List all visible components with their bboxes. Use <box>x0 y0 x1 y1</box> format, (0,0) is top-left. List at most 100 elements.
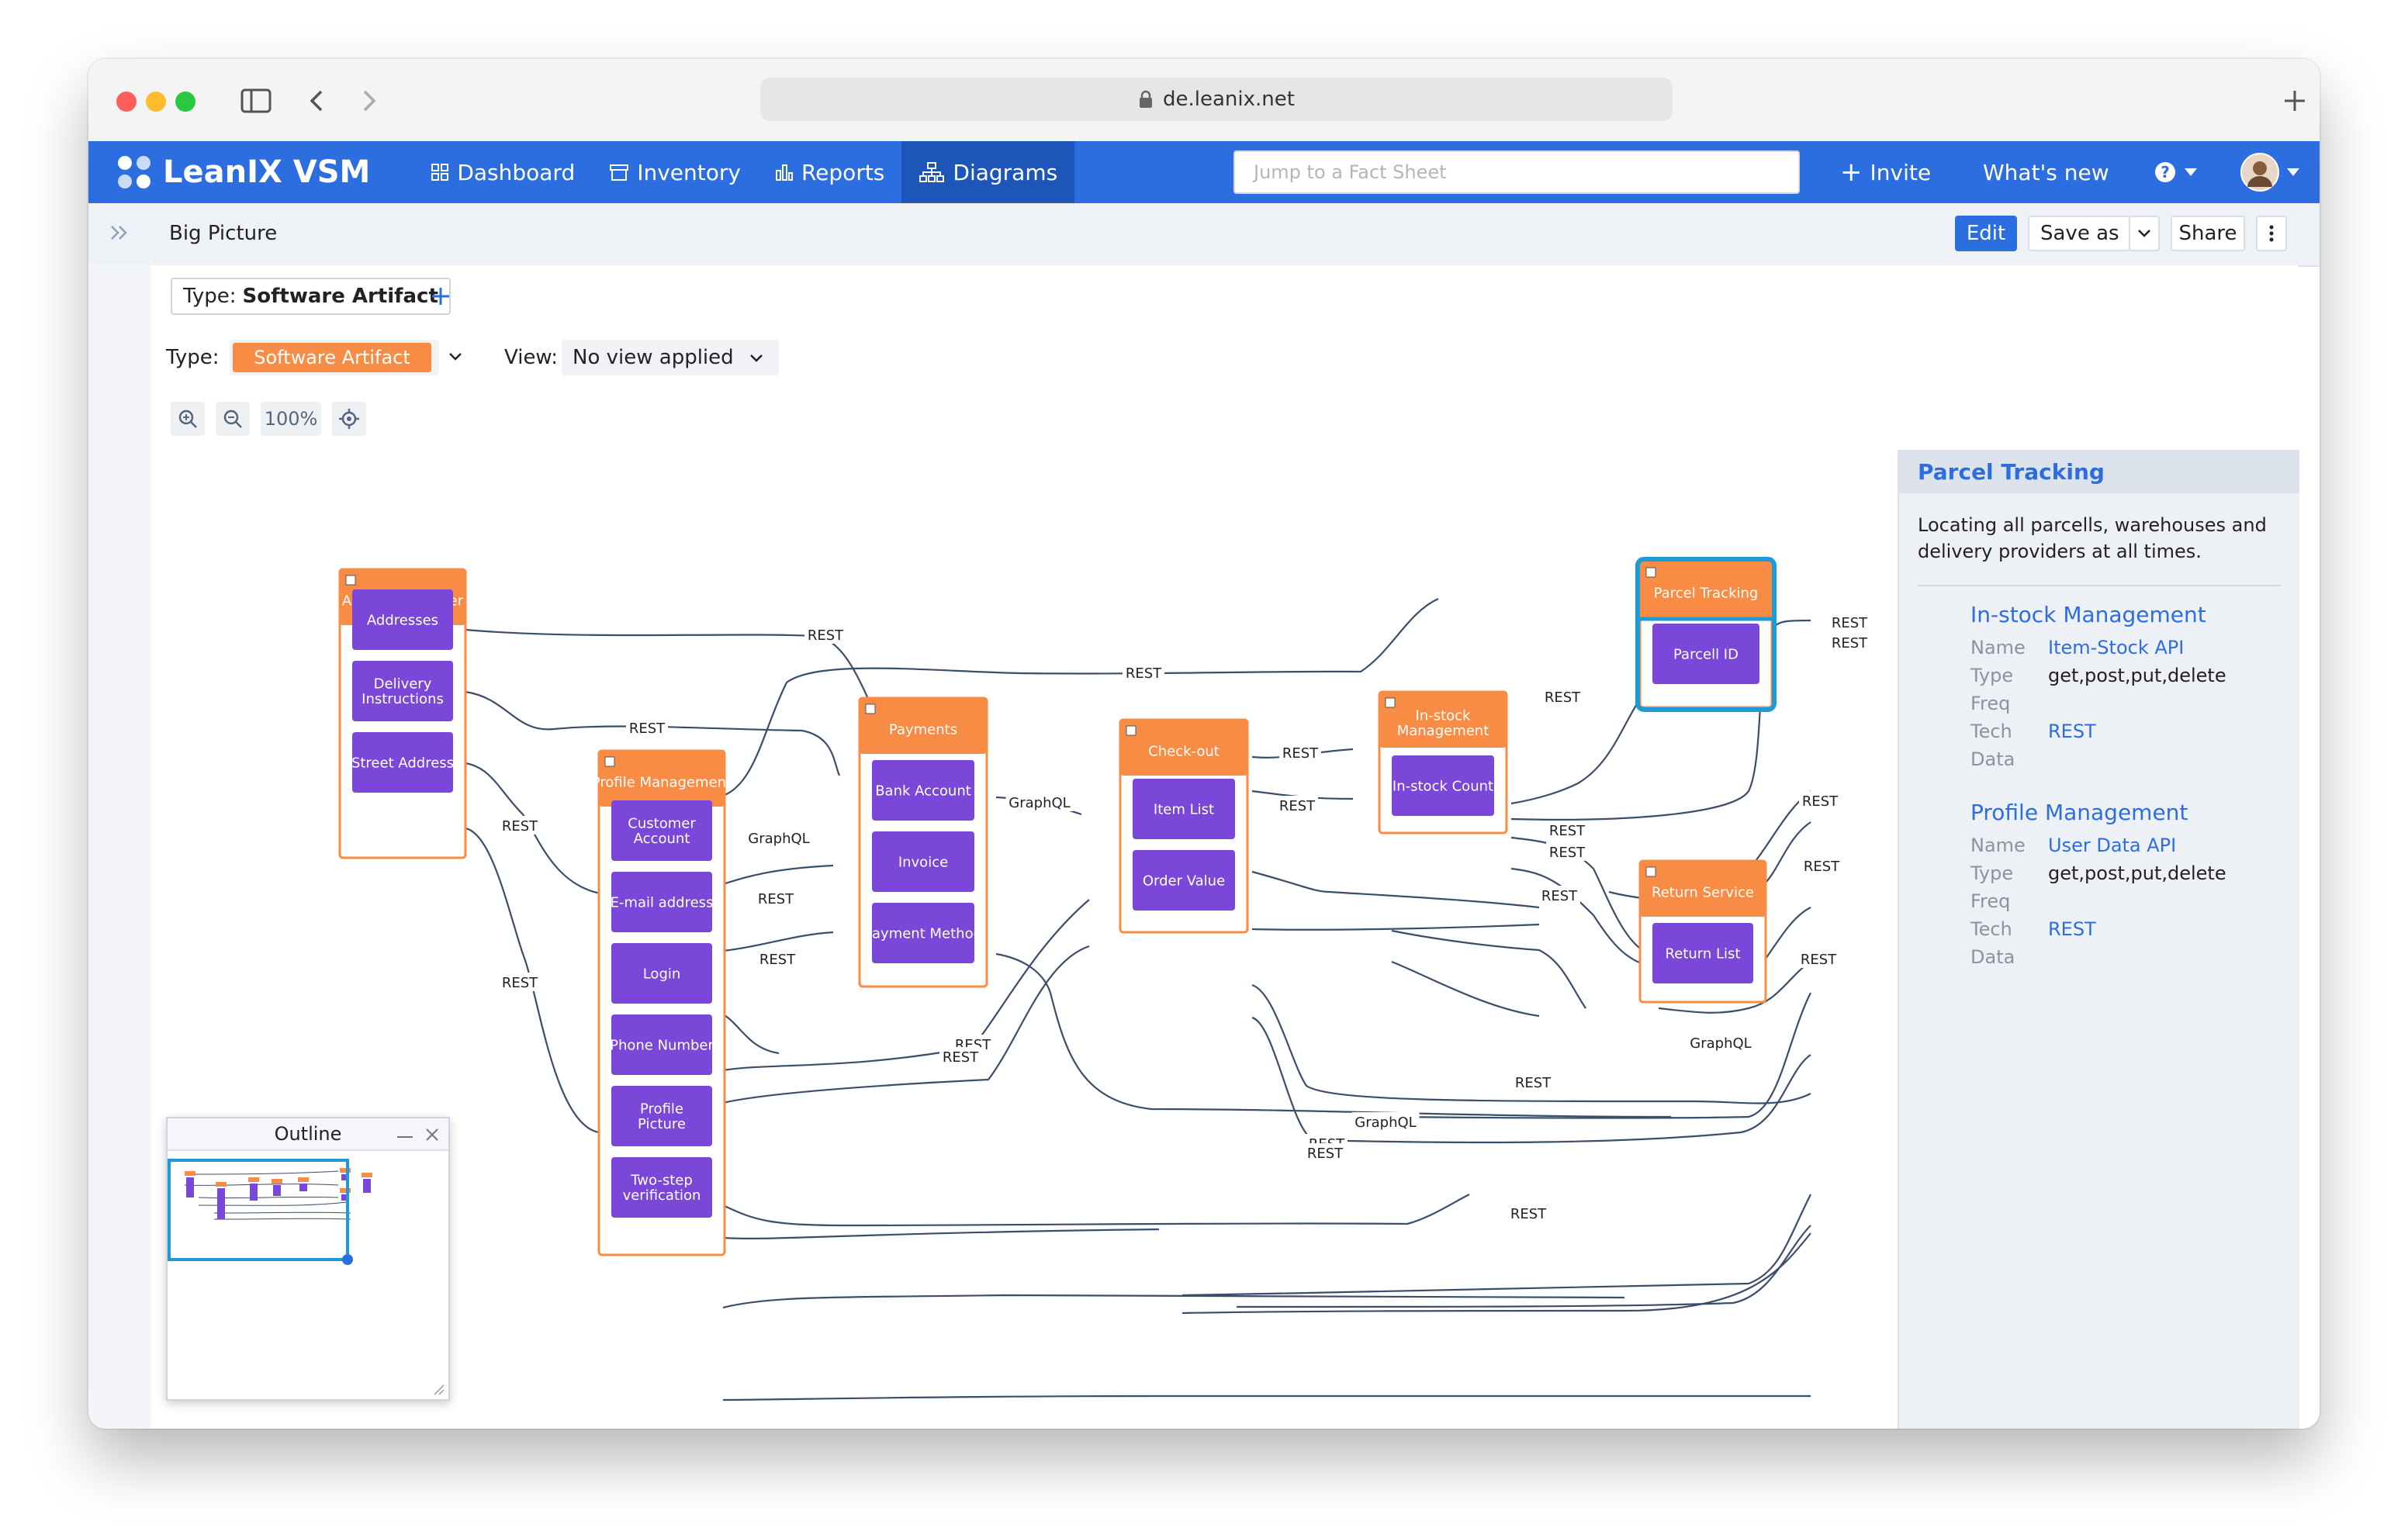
outline-minimap[interactable] <box>168 1151 445 1399</box>
invite-button[interactable]: + Invite <box>1823 141 1948 203</box>
view-select[interactable]: No view applied <box>562 340 779 375</box>
brand-logo[interactable]: LeanIX VSM <box>116 154 370 190</box>
group-payments[interactable]: Payments Bank Account Invoice Payment Metho… <box>858 696 988 988</box>
collapse-icon[interactable] <box>1645 567 1656 578</box>
edge-label: GraphQL <box>1690 1035 1751 1052</box>
add-filter-icon[interactable] <box>430 285 452 307</box>
edge-label: REST <box>1832 615 1868 631</box>
nav-reports[interactable]: Reports <box>758 141 901 203</box>
expand-sidebar-icon[interactable] <box>110 225 127 240</box>
interface-data-label: Data <box>1970 946 2015 968</box>
nav-dashboard[interactable]: Dashboard <box>413 141 592 203</box>
child-node-label: Invoice <box>898 854 948 870</box>
group-return[interactable]: Return Service Return List <box>1638 859 1767 1004</box>
sidebar-toggle-icon[interactable] <box>240 88 272 113</box>
child-node-label: Bank Account <box>875 783 971 799</box>
view-select-value: No view applied <box>573 346 734 369</box>
panel-title[interactable]: Parcel Tracking <box>1899 450 2299 493</box>
outline-window[interactable]: Outline <box>166 1117 450 1401</box>
search-placeholder: Jump to a Fact Sheet <box>1254 161 1447 183</box>
page-title: Big Picture <box>169 222 278 245</box>
edge-label: REST <box>1549 845 1586 861</box>
address-bar[interactable]: de.leanix.net <box>760 78 1673 121</box>
nav-diagrams[interactable]: Diagrams <box>901 141 1075 203</box>
group-address[interactable]: Address ManagerAddressesDeliveryInstruct… <box>338 568 467 859</box>
collapsed-sidebar <box>88 265 152 1429</box>
whats-new-link[interactable]: What's new <box>1966 141 2126 203</box>
collapse-icon[interactable] <box>604 756 615 767</box>
chevron-down-icon <box>2138 230 2150 237</box>
interface-heading[interactable]: Profile Management <box>1970 800 2299 825</box>
interface-name-label: Name <box>1970 637 2026 658</box>
nav-diagrams-label: Diagrams <box>953 159 1058 185</box>
crosshair-icon <box>339 409 359 429</box>
user-menu[interactable] <box>2223 141 2316 203</box>
zoom-level[interactable]: 100% <box>261 402 321 436</box>
interface-name-value[interactable]: User Data API <box>2048 831 2176 859</box>
interface-tech-value[interactable]: REST <box>2048 915 2096 943</box>
edge-label: REST <box>1279 798 1316 814</box>
fact-sheet-search-input[interactable]: Jump to a Fact Sheet <box>1233 150 1800 194</box>
forward-icon[interactable] <box>360 88 379 113</box>
nav-reports-label: Reports <box>801 159 885 185</box>
zoom-out-button[interactable] <box>216 402 250 436</box>
help-menu[interactable]: ? <box>2136 141 2214 203</box>
chevron-down-icon <box>2185 168 2197 176</box>
interface-data-row: Data <box>1970 943 2299 971</box>
child-node-label: Two-step verification <box>623 1172 701 1204</box>
collapse-icon[interactable] <box>865 703 876 714</box>
group-checkout[interactable]: Check-out Item List Order Value <box>1119 718 1249 934</box>
leanix-logo-icon <box>118 156 150 188</box>
child-node-label: Addresses <box>367 612 438 628</box>
type-filter-chip[interactable]: Type: Software Artifact <box>171 278 451 315</box>
edge-label: REST <box>1801 952 1837 968</box>
edge-label: REST <box>1804 859 1840 875</box>
child-node-label: Parcell ID <box>1673 646 1739 662</box>
close-icon[interactable] <box>425 1128 439 1142</box>
close-window-button[interactable] <box>116 92 137 112</box>
back-icon[interactable] <box>307 88 326 113</box>
interface-freq-row: Freq <box>1970 887 2299 915</box>
collapse-icon[interactable] <box>1645 866 1656 877</box>
view-bar: Type: Software Artifact View: No view ap… <box>150 327 2298 391</box>
interface-tech-value[interactable]: REST <box>2048 717 2096 745</box>
fit-to-screen-button[interactable] <box>332 402 366 436</box>
minimize-window-button[interactable] <box>146 92 166 112</box>
type-select[interactable]: Software Artifact <box>230 340 462 375</box>
edge-label: REST <box>1802 793 1839 810</box>
save-as-button[interactable]: Save as <box>2028 216 2130 251</box>
fact-sheet-panel: Parcel Tracking Locating all parcells, w… <box>1898 450 2299 1429</box>
lock-icon <box>1140 90 1153 108</box>
outline-titlebar[interactable]: Outline <box>168 1118 448 1151</box>
page-header: Big Picture Edit Save as Share <box>88 203 2320 267</box>
svg-text:?: ? <box>2161 163 2170 181</box>
edit-button[interactable]: Edit <box>1955 216 2017 251</box>
group-title: Payments <box>889 721 957 738</box>
group-profile[interactable]: Profile Management Customer Account E-mail … <box>592 749 732 1256</box>
browser-toolbar: de.leanix.net <box>88 59 2320 143</box>
inventory-icon <box>610 164 629 181</box>
group-instock[interactable]: In-stock ManagementIn-stock Count <box>1378 690 1508 835</box>
more-options-button[interactable] <box>2256 216 2287 251</box>
zoom-toolbar: 100% <box>150 389 2298 451</box>
zoom-in-button[interactable] <box>171 402 205 436</box>
group-parcel[interactable]: Parcel Tracking Parcell ID <box>1635 557 1777 712</box>
minimize-icon[interactable] <box>397 1135 413 1139</box>
plus-icon: + <box>1840 157 1863 188</box>
bar-chart-icon <box>775 164 793 181</box>
share-button[interactable]: Share <box>2171 216 2245 251</box>
collapse-icon[interactable] <box>1385 697 1396 708</box>
save-as-dropdown[interactable] <box>2129 216 2160 251</box>
resize-handle-icon[interactable] <box>431 1382 445 1396</box>
interface-type-row: Type get,post,put,delete <box>1970 859 2299 887</box>
edge-label: REST <box>1510 1206 1547 1222</box>
nav-dashboard-label: Dashboard <box>457 159 576 185</box>
nav-inventory[interactable]: Inventory <box>592 141 758 203</box>
maximize-window-button[interactable] <box>175 92 195 112</box>
new-tab-icon[interactable] <box>2282 88 2307 113</box>
collapse-icon[interactable] <box>345 575 356 586</box>
interface-data-label: Data <box>1970 748 2015 770</box>
interface-name-value[interactable]: Item-Stock API <box>2048 634 2184 662</box>
collapse-icon[interactable] <box>1126 725 1137 736</box>
interface-heading[interactable]: In-stock Management <box>1970 602 2299 627</box>
